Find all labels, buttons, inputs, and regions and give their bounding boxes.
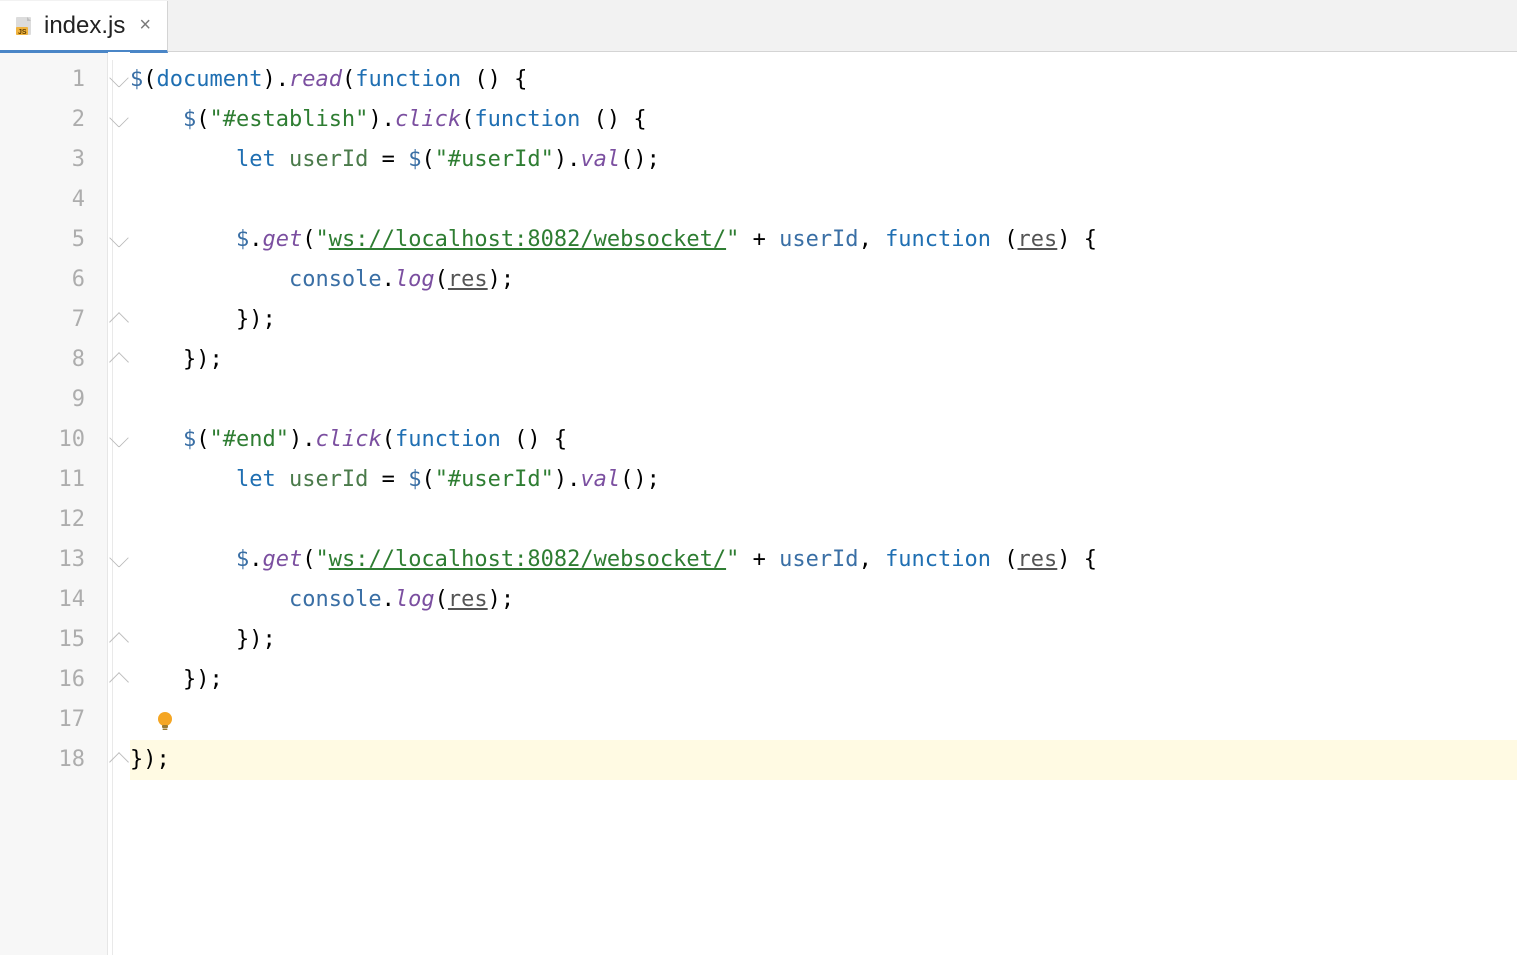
fold-row[interactable] <box>108 340 130 380</box>
tab-filename: index.js <box>44 12 125 40</box>
code-line[interactable]: $("#establish").click(function () { <box>130 100 1517 140</box>
line-number: 2 <box>0 100 85 140</box>
fold-gutter[interactable] <box>108 52 130 955</box>
code-line[interactable] <box>130 500 1517 540</box>
fold-row[interactable] <box>108 140 130 180</box>
fold-row[interactable] <box>108 740 130 780</box>
code-line[interactable]: $(document).read(function () { <box>130 60 1517 100</box>
fold-row[interactable] <box>108 220 130 260</box>
line-number: 4 <box>0 180 85 220</box>
line-number: 10 <box>0 420 85 460</box>
fold-row[interactable] <box>108 700 130 740</box>
line-number: 18 <box>0 740 85 780</box>
close-icon[interactable]: × <box>139 14 151 37</box>
line-number: 3 <box>0 140 85 180</box>
fold-close-icon[interactable] <box>109 672 129 692</box>
code-line[interactable]: }); <box>130 740 1517 780</box>
fold-row[interactable] <box>108 660 130 700</box>
line-number: 11 <box>0 460 85 500</box>
code-line[interactable]: let userId = $("#userId").val(); <box>130 140 1517 180</box>
code-line[interactable]: $.get("ws://localhost:8082/websocket/" +… <box>130 220 1517 260</box>
line-number: 6 <box>0 260 85 300</box>
fold-open-icon[interactable] <box>109 428 129 448</box>
line-number: 12 <box>0 500 85 540</box>
code-line[interactable]: }); <box>130 340 1517 380</box>
code-line[interactable]: console.log(res); <box>130 260 1517 300</box>
code-line[interactable]: let userId = $("#userId").val(); <box>130 460 1517 500</box>
line-number: 9 <box>0 380 85 420</box>
code-line[interactable] <box>130 380 1517 420</box>
tab-bar: JS index.js × <box>0 0 1517 52</box>
line-number: 5 <box>0 220 85 260</box>
fold-open-icon[interactable] <box>109 68 129 88</box>
fold-open-icon[interactable] <box>109 108 129 128</box>
line-number: 15 <box>0 620 85 660</box>
code-line[interactable]: }); <box>130 300 1517 340</box>
code-line[interactable]: $("#end").click(function () { <box>130 420 1517 460</box>
fold-open-icon[interactable] <box>109 228 129 248</box>
code-line[interactable] <box>130 700 1517 740</box>
code-area[interactable]: $(document).read(function () { $("#estab… <box>130 52 1517 955</box>
line-number: 17 <box>0 700 85 740</box>
line-number: 16 <box>0 660 85 700</box>
fold-row[interactable] <box>108 620 130 660</box>
javascript-file-icon: JS <box>14 15 36 37</box>
fold-row[interactable] <box>108 420 130 460</box>
fold-open-icon[interactable] <box>109 548 129 568</box>
line-number: 8 <box>0 340 85 380</box>
intention-bulb-icon[interactable] <box>154 706 176 728</box>
fold-close-icon[interactable] <box>109 352 129 372</box>
line-number-gutter: 123456789101112131415161718 <box>0 52 108 955</box>
code-line[interactable]: }); <box>130 620 1517 660</box>
fold-close-icon[interactable] <box>109 312 129 332</box>
fold-row[interactable] <box>108 500 130 540</box>
line-number: 14 <box>0 580 85 620</box>
code-editor[interactable]: 123456789101112131415161718 $(document).… <box>0 52 1517 955</box>
line-number: 13 <box>0 540 85 580</box>
fold-row[interactable] <box>108 540 130 580</box>
fold-close-icon[interactable] <box>109 632 129 652</box>
code-line[interactable]: $.get("ws://localhost:8082/websocket/" +… <box>130 540 1517 580</box>
fold-row[interactable] <box>108 100 130 140</box>
fold-row[interactable] <box>108 460 130 500</box>
code-line[interactable]: }); <box>130 660 1517 700</box>
code-line[interactable] <box>130 180 1517 220</box>
code-line[interactable]: console.log(res); <box>130 580 1517 620</box>
svg-text:JS: JS <box>18 29 27 36</box>
fold-row[interactable] <box>108 380 130 420</box>
fold-close-icon[interactable] <box>109 752 129 772</box>
fold-row[interactable] <box>108 300 130 340</box>
fold-row[interactable] <box>108 580 130 620</box>
line-number: 1 <box>0 60 85 100</box>
fold-row[interactable] <box>108 260 130 300</box>
line-number: 7 <box>0 300 85 340</box>
tab-index-js[interactable]: JS index.js × <box>0 1 168 53</box>
fold-row[interactable] <box>108 60 130 100</box>
fold-row[interactable] <box>108 180 130 220</box>
